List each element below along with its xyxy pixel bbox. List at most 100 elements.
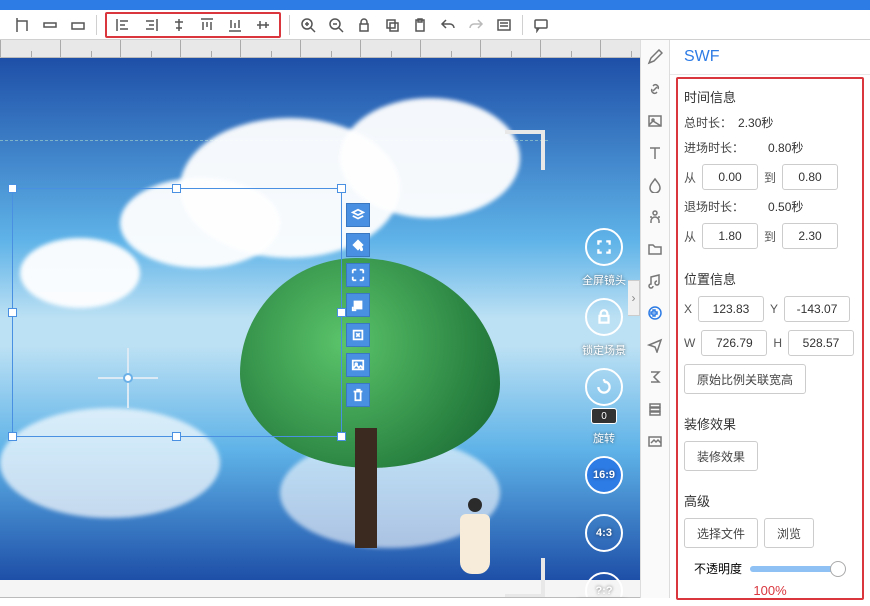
rail-link-icon[interactable] xyxy=(644,78,666,100)
y-input[interactable] xyxy=(784,296,850,322)
total-duration-value: 2.30秒 xyxy=(738,114,773,131)
ratio-custom-button[interactable]: ?:? xyxy=(585,572,623,598)
mini-image-icon[interactable] xyxy=(346,353,370,377)
advanced-section-title: 高级 xyxy=(684,491,856,510)
rail-gallery-icon[interactable] xyxy=(644,430,666,452)
enter-from-input[interactable] xyxy=(702,164,758,190)
rail-pencil-icon[interactable] xyxy=(644,46,666,68)
position-section-title: 位置信息 xyxy=(684,269,856,288)
properties-panel: SWF 时间信息 总时长： 2.30秒 进场时长： 0.80秒 从 到 xyxy=(670,40,870,598)
rail-text-icon[interactable] xyxy=(644,142,666,164)
align-center-h-icon[interactable] xyxy=(165,14,193,36)
rail-music-icon[interactable] xyxy=(644,270,666,292)
scene-figure xyxy=(455,498,495,588)
align-top-icon[interactable] xyxy=(193,14,221,36)
lock-icon[interactable] xyxy=(350,14,378,36)
aspect-ratio-button[interactable]: 原始比例关联宽高 xyxy=(684,364,806,394)
tool-crop-v-icon[interactable] xyxy=(8,14,36,36)
handle-tm[interactable] xyxy=(172,184,181,193)
tool-crop-h-icon[interactable] xyxy=(36,14,64,36)
enter-duration-value: 0.80秒 xyxy=(768,139,803,156)
tool-rect-icon[interactable] xyxy=(64,14,92,36)
rail-stack-icon[interactable] xyxy=(644,398,666,420)
enter-to-input[interactable] xyxy=(782,164,838,190)
panel-collapse-handle[interactable]: › xyxy=(628,280,640,316)
x-label: X xyxy=(684,302,692,316)
rotate-label: 旋转 xyxy=(593,430,615,446)
choose-file-button[interactable]: 选择文件 xyxy=(684,518,758,548)
w-input[interactable] xyxy=(701,330,767,356)
mini-layers-icon[interactable] xyxy=(346,203,370,227)
decoration-button[interactable]: 装修效果 xyxy=(684,441,758,471)
settings-list-icon[interactable] xyxy=(490,14,518,36)
ruler-horizontal xyxy=(0,40,640,58)
from-label-2: 从 xyxy=(684,228,696,245)
to-label-2: 到 xyxy=(764,228,776,245)
redo-icon[interactable] xyxy=(462,14,490,36)
crop-corner-tr xyxy=(505,130,545,170)
exit-duration-value: 0.50秒 xyxy=(768,198,803,215)
rail-drop-icon[interactable] xyxy=(644,174,666,196)
comment-icon[interactable] xyxy=(527,14,555,36)
selection-box[interactable] xyxy=(12,188,342,437)
ratio-4-3-button[interactable]: 4:3 xyxy=(585,514,623,552)
canvas-scene[interactable]: 全屏镜头 锁定场景 0 旋转 16:9 4:3 ?:? xyxy=(0,58,640,580)
opacity-slider[interactable] xyxy=(750,566,846,572)
exit-to-input[interactable] xyxy=(782,223,838,249)
opacity-label: 不透明度 xyxy=(694,560,742,577)
crop-corner-br xyxy=(505,558,545,598)
zoom-in-icon[interactable] xyxy=(294,14,322,36)
handle-bm[interactable] xyxy=(172,432,181,441)
top-toolbar xyxy=(0,10,870,40)
fullscreen-lens-label: 全屏镜头 xyxy=(582,272,626,288)
exit-duration-label: 退场时长： xyxy=(684,198,744,215)
align-right-icon[interactable] xyxy=(137,14,165,36)
rotate-button[interactable] xyxy=(585,368,623,406)
align-left-icon[interactable] xyxy=(109,14,137,36)
lock-scene-label: 锁定场景 xyxy=(582,342,626,358)
align-center-v-icon[interactable] xyxy=(249,14,277,36)
ratio-16-9-button[interactable]: 16:9 xyxy=(585,456,623,494)
fullscreen-lens-button[interactable] xyxy=(585,228,623,266)
handle-mr[interactable] xyxy=(337,308,346,317)
opacity-value: 100% xyxy=(684,583,856,598)
mini-delete-icon[interactable] xyxy=(346,383,370,407)
canvas-area[interactable]: 全屏镜头 锁定场景 0 旋转 16:9 4:3 ?:? xyxy=(0,40,640,598)
panel-title: SWF xyxy=(670,40,870,75)
preview-button[interactable]: 浏览 xyxy=(764,518,814,548)
zoom-out-icon[interactable] xyxy=(322,14,350,36)
handle-tr[interactable] xyxy=(337,184,346,193)
rail-sum-icon[interactable] xyxy=(644,366,666,388)
rail-image-icon[interactable] xyxy=(644,110,666,132)
rail-plane-icon[interactable] xyxy=(644,334,666,356)
x-input[interactable] xyxy=(698,296,764,322)
exit-from-input[interactable] xyxy=(702,223,758,249)
rail-person-icon[interactable] xyxy=(644,206,666,228)
handle-tl[interactable] xyxy=(8,184,17,193)
mini-expand-icon[interactable] xyxy=(346,263,370,287)
copy-icon[interactable] xyxy=(378,14,406,36)
lock-scene-button[interactable] xyxy=(585,298,623,336)
rail-flash-icon[interactable] xyxy=(644,302,666,324)
total-duration-label: 总时长： xyxy=(684,114,732,131)
mini-bring-front-icon[interactable] xyxy=(346,293,370,317)
handle-ml[interactable] xyxy=(8,308,17,317)
h-input[interactable] xyxy=(788,330,854,356)
w-label: W xyxy=(684,336,695,350)
to-label-1: 到 xyxy=(764,169,776,186)
decoration-section-title: 装修效果 xyxy=(684,414,856,433)
rotate-value: 0 xyxy=(591,408,617,424)
handle-br[interactable] xyxy=(337,432,346,441)
anchor-crosshair[interactable] xyxy=(108,358,148,398)
undo-icon[interactable] xyxy=(434,14,462,36)
paste-icon[interactable] xyxy=(406,14,434,36)
handle-bl[interactable] xyxy=(8,432,17,441)
rail-folder-icon[interactable] xyxy=(644,238,666,260)
selection-mini-toolbar xyxy=(346,203,370,407)
mini-fit-icon[interactable] xyxy=(346,323,370,347)
align-bottom-icon[interactable] xyxy=(221,14,249,36)
enter-duration-label: 进场时长： xyxy=(684,139,744,156)
mini-fill-icon[interactable] xyxy=(346,233,370,257)
h-label: H xyxy=(773,336,782,350)
canvas-float-controls: 全屏镜头 锁定场景 0 旋转 16:9 4:3 ?:? xyxy=(576,228,632,598)
